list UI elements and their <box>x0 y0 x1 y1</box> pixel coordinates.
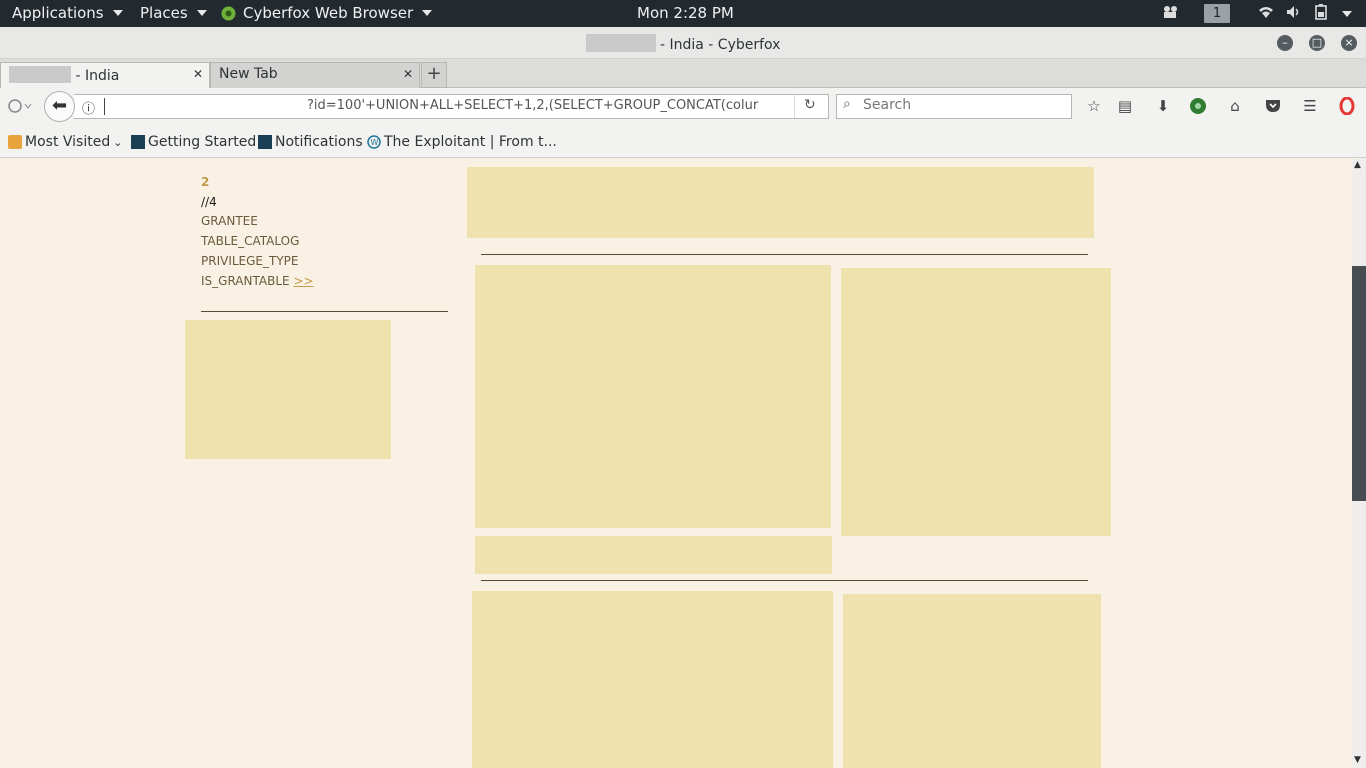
tab-label: New Tab <box>219 66 278 82</box>
clock-label: Mon 2:28 PM <box>637 4 734 22</box>
tab-india[interactable]: - India ✕ <box>0 62 210 88</box>
search-icon: ⌕ <box>843 96 851 112</box>
bookmark-label: The Exploitant | From t... <box>384 134 557 150</box>
scroll-down-icon[interactable]: ▼ <box>1354 755 1361 765</box>
pocket-icon[interactable] <box>1264 97 1282 115</box>
redacted-title <box>585 34 656 52</box>
workspace-indicator[interactable]: 1 <box>1204 4 1230 23</box>
bookmarks-toolbar: Most Visited ⌄ Getting Started Notificat… <box>0 125 1366 158</box>
search-input[interactable]: ⌕ Search <box>836 94 1072 119</box>
app-menu[interactable]: Cyberfox Web Browser <box>220 4 433 22</box>
minimize-button[interactable]: – <box>1277 35 1293 51</box>
divider <box>201 311 448 312</box>
column-item-last: IS_GRANTABLE >> <box>201 274 314 288</box>
column-item: TABLE_CATALOG <box>201 234 300 248</box>
bookmark-star-icon[interactable]: ☆ <box>1085 97 1103 115</box>
placeholder-block <box>843 594 1101 768</box>
wordpress-icon: W <box>367 135 381 149</box>
placeholder-block <box>472 591 833 768</box>
hamburger-menu-icon[interactable]: ☰ <box>1301 97 1319 115</box>
download-icon[interactable]: ⬇ <box>1154 97 1172 115</box>
app-menu-label: Cyberfox Web Browser <box>243 4 414 22</box>
window-title: - India - Cyberfox <box>0 34 1366 53</box>
svg-text:W: W <box>371 138 379 147</box>
menu-logo-icon[interactable] <box>7 98 33 114</box>
placeholder-block <box>841 268 1111 536</box>
chevron-down-icon <box>422 10 433 16</box>
divider <box>481 254 1088 255</box>
result-line: //4 <box>201 195 217 209</box>
system-menu-chevron-icon[interactable] <box>1342 11 1352 17</box>
search-placeholder: Search <box>863 97 912 113</box>
applications-label: Applications <box>12 4 104 22</box>
top-panel: Applications Places Cyberfox Web Browser… <box>0 0 1366 27</box>
reload-icon[interactable]: ↻ <box>804 97 816 113</box>
bookmark-getting-started[interactable]: Getting Started <box>131 134 256 150</box>
scroll-up-icon[interactable]: ▲ <box>1354 160 1361 170</box>
close-button[interactable]: × <box>1341 35 1357 51</box>
wifi-icon[interactable] <box>1258 4 1274 20</box>
close-tab-icon[interactable]: ✕ <box>403 67 413 81</box>
window-titlebar: - India - Cyberfox – □ × <box>0 27 1366 59</box>
opera-icon[interactable] <box>1338 97 1356 115</box>
chevron-down-icon <box>112 10 123 16</box>
bookmarks-list-icon[interactable]: ▤ <box>1116 97 1134 115</box>
scrollbar-thumb[interactable] <box>1352 266 1366 501</box>
volume-icon[interactable] <box>1285 4 1301 20</box>
tab-new-tab[interactable]: New Tab ✕ <box>210 62 420 88</box>
extension-icon[interactable] <box>1189 97 1207 115</box>
placeholder-block <box>475 536 832 574</box>
battery-icon[interactable] <box>1313 4 1329 20</box>
chevron-down-icon: ⌄ <box>113 135 123 149</box>
cyberfox-bookmark-icon <box>131 135 145 149</box>
redacted-url-host <box>104 98 309 115</box>
column-item: PRIVILEGE_TYPE <box>201 254 299 268</box>
bookmark-label: Getting Started <box>148 134 257 150</box>
info-icon[interactable]: ⓘ <box>82 98 95 117</box>
url-divider <box>794 95 795 118</box>
url-text[interactable]: ?id=100'+UNION+ALL+SELECT+1,2,(SELECT+GR… <box>307 98 772 113</box>
navigation-toolbar: ⓘ ?id=100'+UNION+ALL+SELECT+1,2,(SELECT+… <box>0 88 1366 125</box>
placeholder-block <box>185 320 391 459</box>
close-tab-icon[interactable]: ✕ <box>193 67 203 81</box>
home-icon[interactable]: ⌂ <box>1226 97 1244 115</box>
column-item-label: IS_GRANTABLE <box>201 274 290 288</box>
places-menu[interactable]: Places <box>140 4 207 22</box>
video-camera-icon[interactable] <box>1162 4 1180 20</box>
window-title-text: - India - Cyberfox <box>659 37 781 53</box>
bookmark-most-visited[interactable]: Most Visited ⌄ <box>8 134 122 150</box>
cyberfox-icon <box>221 6 236 20</box>
url-bar[interactable]: ⓘ ?id=100'+UNION+ALL+SELECT+1,2,(SELECT+… <box>74 94 829 119</box>
chevron-down-icon <box>196 10 207 16</box>
divider <box>481 580 1088 581</box>
bookmark-label: Most Visited <box>25 134 111 150</box>
placeholder-block <box>475 265 831 528</box>
folder-icon <box>8 135 22 149</box>
new-tab-button[interactable]: + <box>421 62 447 88</box>
places-label: Places <box>140 4 188 22</box>
bookmark-exploitant[interactable]: W The Exploitant | From t... <box>367 134 557 150</box>
tab-strip: - India ✕ New Tab ✕ + <box>0 59 1366 88</box>
result-number: 2 <box>201 175 210 189</box>
applications-menu[interactable]: Applications <box>12 4 123 22</box>
bookmark-notifications[interactable]: Notifications <box>258 134 363 150</box>
column-item: GRANTEE <box>201 214 258 228</box>
maximize-button[interactable]: □ <box>1309 35 1325 51</box>
page-content: 2 //4 GRANTEE TABLE_CATALOG PRIVILEGE_TY… <box>0 159 1352 768</box>
redacted-tab-title <box>9 66 71 83</box>
bookmark-label: Notifications <box>275 134 363 150</box>
cyberfox-bookmark-icon <box>258 135 272 149</box>
back-button[interactable]: ⬅ <box>44 91 75 122</box>
more-link[interactable]: >> <box>293 274 313 288</box>
placeholder-block <box>467 167 1094 238</box>
tab-label: - India <box>75 68 120 84</box>
clock[interactable]: Mon 2:28 PM <box>637 4 734 22</box>
